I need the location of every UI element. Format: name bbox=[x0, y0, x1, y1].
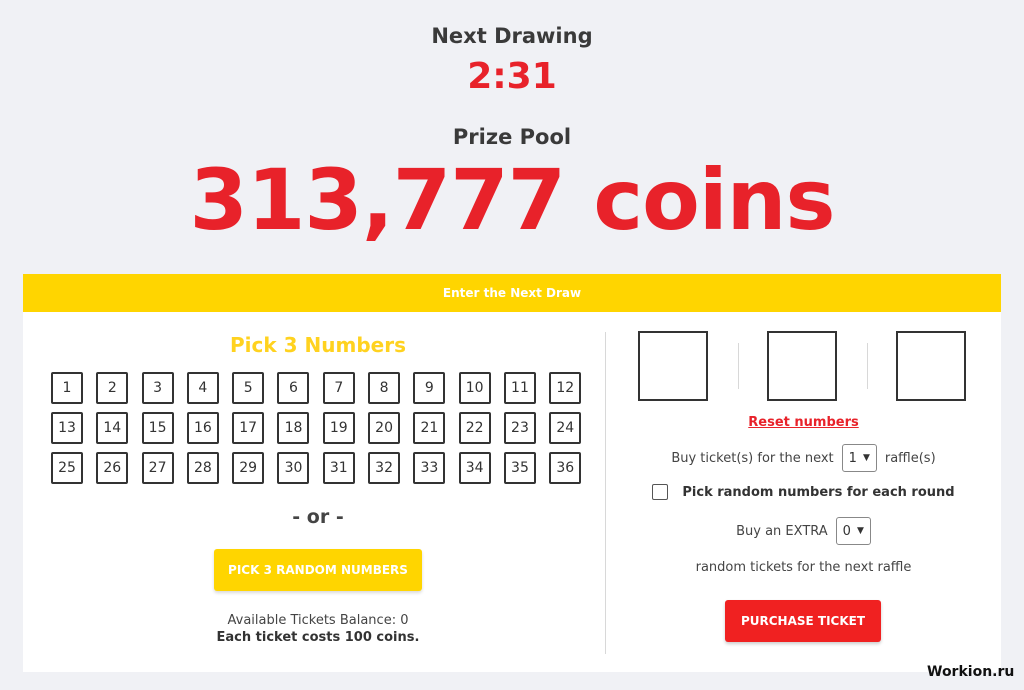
selected-number-slot-3 bbox=[896, 331, 966, 401]
number-button[interactable]: 22 bbox=[458, 412, 491, 444]
number-button[interactable]: 20 bbox=[368, 412, 401, 444]
number-button[interactable]: 34 bbox=[458, 452, 491, 484]
number-button[interactable]: 9 bbox=[413, 372, 446, 404]
slot-divider bbox=[738, 343, 739, 389]
slot-divider bbox=[867, 343, 868, 389]
raffle-count-row: Buy ticket(s) for the next 1 ▼ raffle(s) bbox=[606, 444, 1001, 472]
number-button[interactable]: 26 bbox=[96, 452, 129, 484]
random-each-round-row: Pick random numbers for each round bbox=[606, 484, 1001, 500]
pick-random-numbers-button[interactable]: PICK 3 RANDOM NUMBERS bbox=[214, 549, 422, 591]
number-button[interactable]: 10 bbox=[458, 372, 491, 404]
number-button[interactable]: 27 bbox=[141, 452, 174, 484]
number-button[interactable]: 15 bbox=[141, 412, 174, 444]
number-button[interactable]: 12 bbox=[549, 372, 582, 404]
number-button[interactable]: 3 bbox=[141, 372, 174, 404]
watermark: Workion.ru bbox=[927, 664, 1015, 680]
number-button[interactable]: 5 bbox=[232, 372, 265, 404]
number-button[interactable]: 32 bbox=[368, 452, 401, 484]
selected-number-slot-2 bbox=[767, 331, 837, 401]
buy-suffix-label: raffle(s) bbox=[884, 450, 936, 466]
next-drawing-label: Next Drawing bbox=[431, 24, 593, 48]
number-button[interactable]: 30 bbox=[277, 452, 310, 484]
number-button[interactable]: 14 bbox=[96, 412, 129, 444]
number-grid: 1 2 3 4 5 6 7 8 9 10 11 12 13 14 15 16 17 18 19 20 21 22 23 24 2… bbox=[51, 372, 587, 484]
number-button[interactable]: 13 bbox=[51, 412, 83, 444]
pick-numbers-title: Pick 3 Numbers bbox=[230, 333, 406, 357]
ticket-panel: Reset numbers Buy ticket(s) for the next… bbox=[606, 312, 1001, 672]
extra-tickets-select[interactable]: 0 ▼ bbox=[835, 517, 871, 545]
number-picker: Pick 3 Numbers 1 2 3 4 5 6 7 8 9 10 11 12 13 14 15 16 17… bbox=[23, 312, 605, 672]
number-button[interactable]: 11 bbox=[503, 372, 536, 404]
number-button[interactable]: 23 bbox=[503, 412, 536, 444]
number-button[interactable]: 21 bbox=[413, 412, 446, 444]
number-button[interactable]: 1 bbox=[51, 372, 83, 404]
number-button[interactable]: 8 bbox=[368, 372, 401, 404]
number-button[interactable]: 6 bbox=[277, 372, 310, 404]
number-button[interactable]: 28 bbox=[186, 452, 219, 484]
number-button[interactable]: 25 bbox=[51, 452, 83, 484]
number-button[interactable]: 16 bbox=[186, 412, 219, 444]
buy-prefix-label: Buy ticket(s) for the next bbox=[671, 450, 834, 466]
purchase-ticket-button[interactable]: PURCHASE TICKET bbox=[725, 600, 881, 642]
or-separator: - or - bbox=[292, 506, 344, 528]
countdown-timer: 2:31 bbox=[467, 56, 557, 97]
random-each-round-label: Pick random numbers for each round bbox=[682, 484, 955, 500]
chevron-down-icon: ▼ bbox=[856, 526, 864, 536]
tickets-balance: Available Tickets Balance: 0 bbox=[227, 613, 409, 628]
number-button[interactable]: 2 bbox=[96, 372, 129, 404]
number-button[interactable]: 18 bbox=[277, 412, 310, 444]
extra-tickets-value: 0 bbox=[842, 523, 851, 539]
number-button[interactable]: 24 bbox=[549, 412, 582, 444]
number-button[interactable]: 36 bbox=[549, 452, 582, 484]
prize-pool-value: 313,777 coins bbox=[189, 151, 836, 249]
number-button[interactable]: 33 bbox=[413, 452, 446, 484]
random-each-round-checkbox[interactable] bbox=[652, 484, 669, 500]
chevron-down-icon: ▼ bbox=[862, 453, 870, 463]
number-button[interactable]: 7 bbox=[322, 372, 355, 404]
extra-suffix-label: random tickets for the next raffle bbox=[695, 560, 912, 575]
number-button[interactable]: 17 bbox=[232, 412, 265, 444]
ticket-cost: Each ticket costs 100 coins. bbox=[216, 630, 420, 645]
raffle-count-select[interactable]: 1 ▼ bbox=[841, 444, 877, 472]
panel-title: Enter the Next Draw bbox=[23, 274, 1001, 312]
enter-draw-panel: Enter the Next Draw Pick 3 Numbers 12345… bbox=[23, 274, 1001, 672]
number-button[interactable]: 29 bbox=[232, 452, 265, 484]
number-button[interactable]: 19 bbox=[322, 412, 355, 444]
number-button[interactable]: 35 bbox=[503, 452, 536, 484]
selected-number-slot-1 bbox=[638, 331, 708, 401]
extra-tickets-row: Buy an EXTRA 0 ▼ bbox=[606, 517, 1001, 545]
number-button[interactable]: 31 bbox=[322, 452, 355, 484]
prize-pool-label: Prize Pool bbox=[452, 125, 572, 149]
number-button[interactable]: 4 bbox=[186, 372, 219, 404]
reset-numbers-link[interactable]: Reset numbers bbox=[606, 415, 1001, 430]
raffle-count-value: 1 bbox=[848, 450, 857, 466]
extra-prefix-label: Buy an EXTRA bbox=[736, 523, 828, 539]
